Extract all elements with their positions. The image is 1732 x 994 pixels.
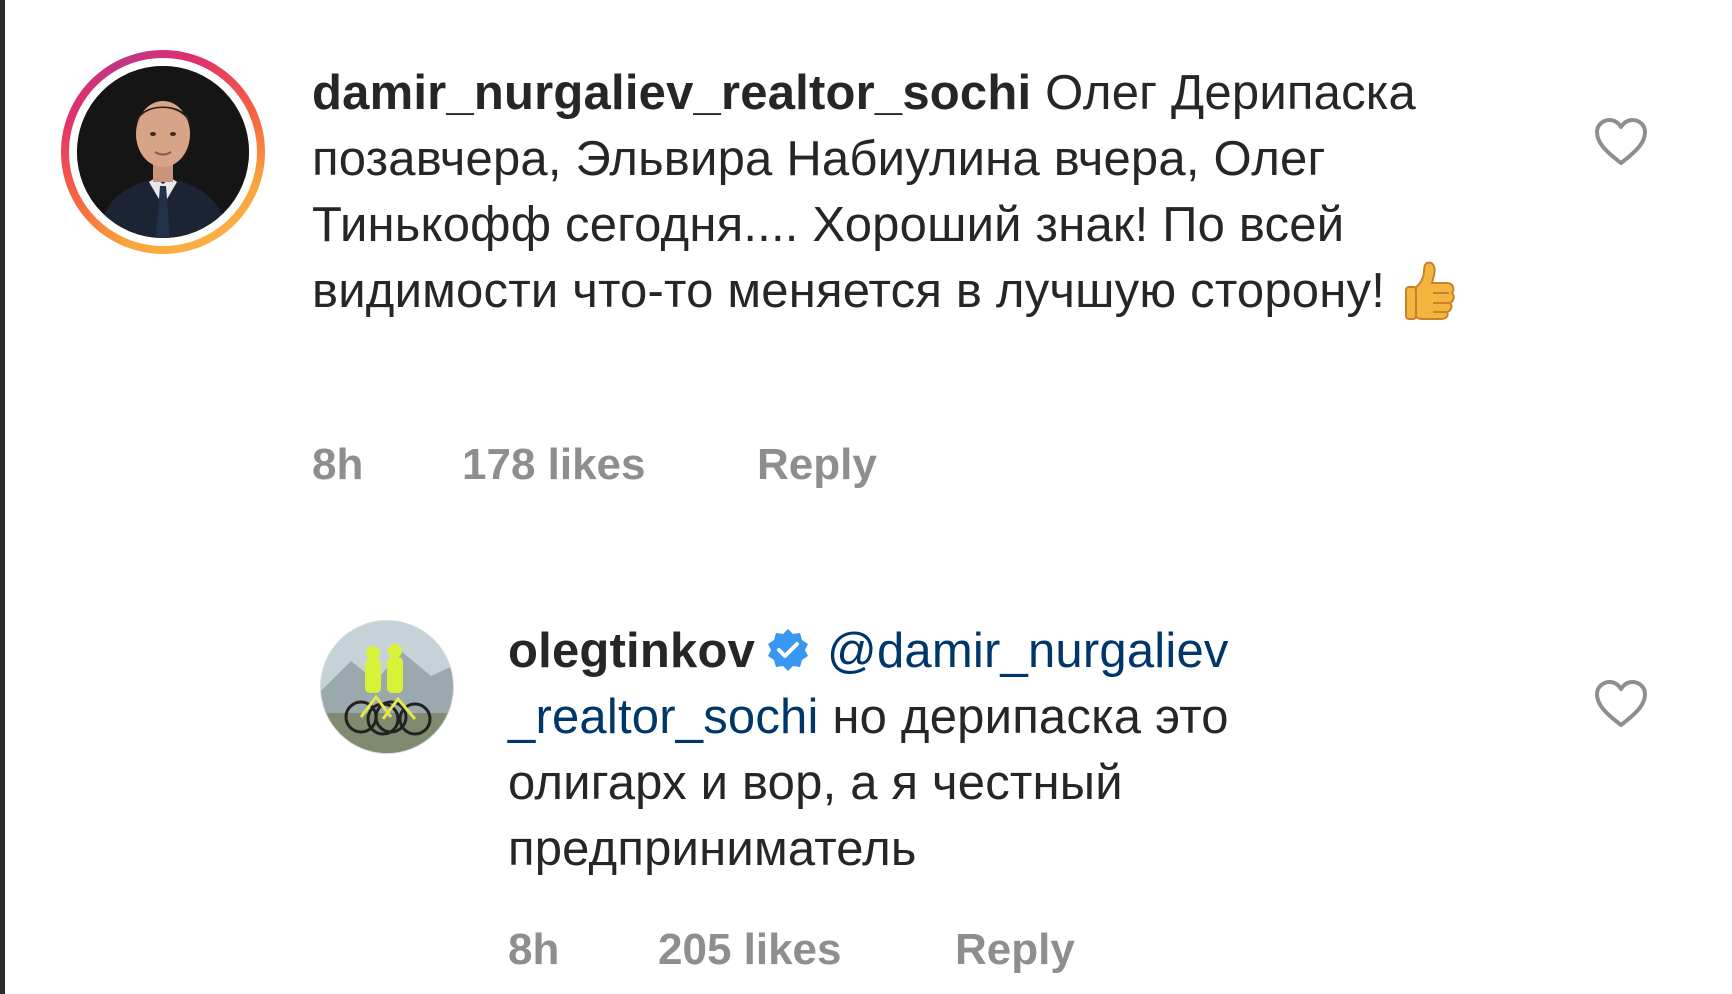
avatar[interactable] xyxy=(320,620,454,754)
like-heart-icon[interactable] xyxy=(1594,679,1648,729)
comment-time: 8h xyxy=(508,925,560,974)
comment-time: 8h xyxy=(312,440,364,489)
thumbs-up-icon xyxy=(1405,261,1455,320)
comment-username[interactable]: damir_nurgaliev_realtor_sochi xyxy=(312,66,1031,120)
comment-body: olegtinkov @damir_nurgaliev _realtor_soc… xyxy=(508,618,1408,882)
comment-body: damir_nurgaliev_realtor_sochi Олег Дерип… xyxy=(312,60,1552,324)
like-heart-icon[interactable] xyxy=(1594,117,1648,167)
comment-username[interactable]: olegtinkov xyxy=(508,624,755,678)
reply-button[interactable]: Reply xyxy=(757,440,877,490)
avatar xyxy=(77,66,249,238)
comment-item: damir_nurgaliev_realtor_sochi Олег Дерип… xyxy=(0,0,1732,520)
avatar-story-ring[interactable] xyxy=(61,50,265,254)
comment-likes-count[interactable]: 178 likes xyxy=(462,440,646,490)
cyclists-photo-icon xyxy=(321,621,453,753)
person-portrait-icon xyxy=(77,66,249,238)
verified-badge-icon xyxy=(768,629,809,671)
reply-button[interactable]: Reply xyxy=(955,925,1075,975)
comment-item: olegtinkov @damir_nurgaliev _realtor_soc… xyxy=(0,600,1732,994)
comment-likes-count[interactable]: 205 likes xyxy=(658,925,842,975)
